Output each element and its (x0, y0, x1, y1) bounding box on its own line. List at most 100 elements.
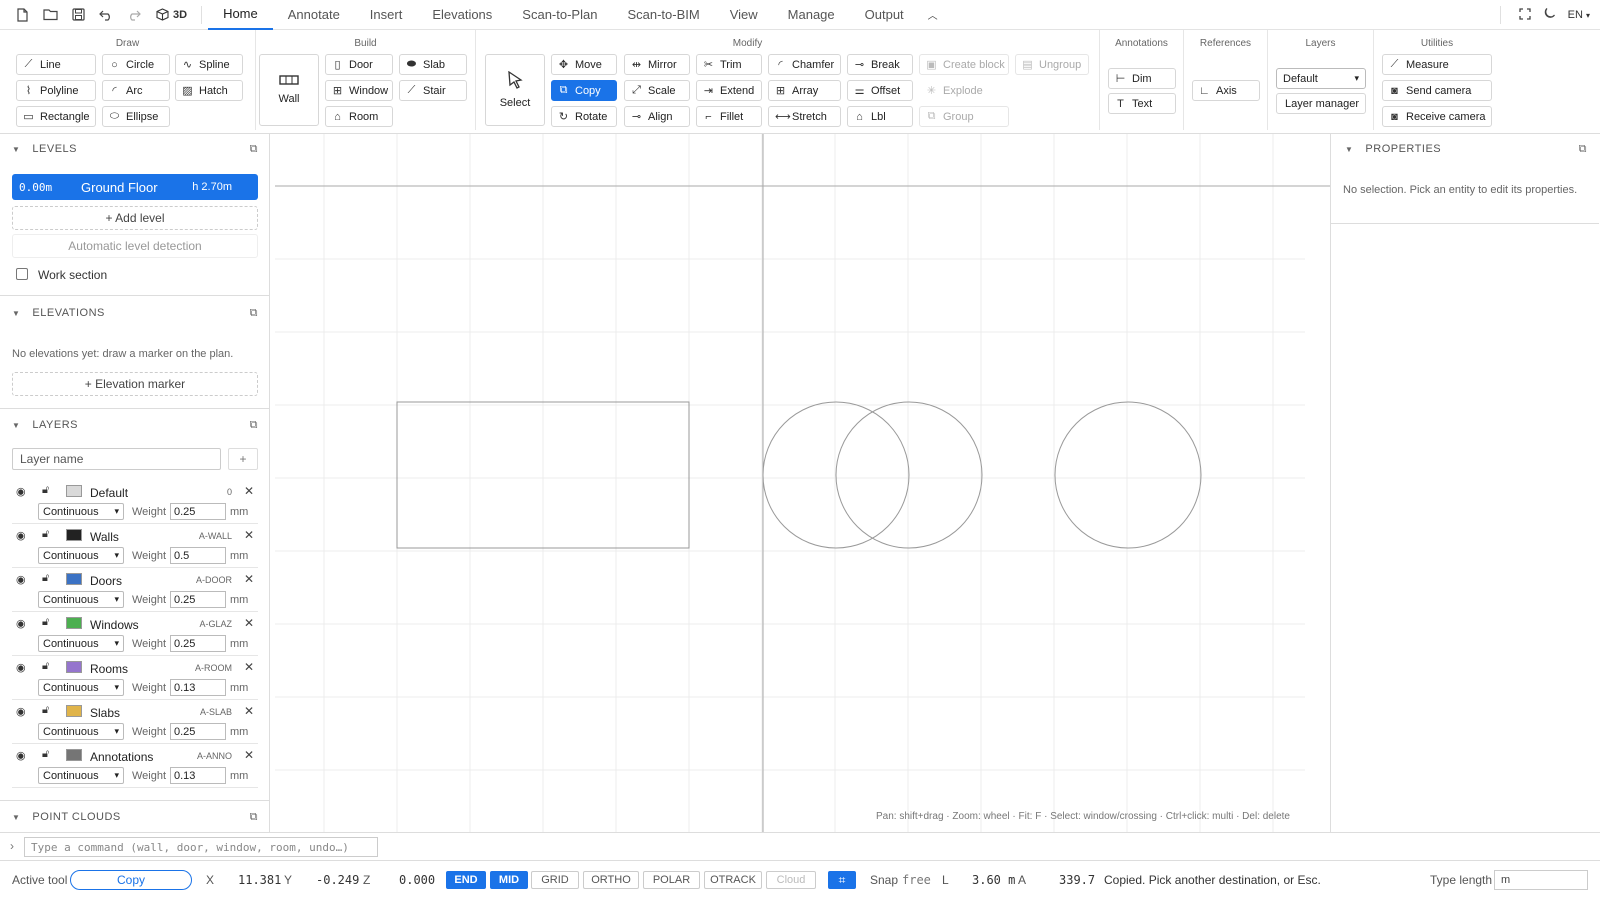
popout-icon[interactable]: ⧉ (250, 419, 258, 432)
open-folder-icon[interactable] (36, 0, 64, 30)
move-button[interactable]: ✥ Move (551, 54, 617, 75)
polyline-button[interactable]: ⌇ Polyline (16, 80, 96, 101)
receive-camera-button[interactable]: ◙ Receive camera (1382, 106, 1492, 127)
slab-button[interactable]: ⬬ Slab (399, 54, 467, 75)
eye-icon[interactable]: ◉ (16, 749, 26, 762)
toggle-polar[interactable]: POLAR (643, 871, 700, 889)
delete-layer-icon[interactable]: ✕ (244, 660, 254, 674)
layer-row[interactable]: ◉ 🔓︎ Windows A-GLAZ ✕ Continuous ▾ Weight 0.25 mm (12, 612, 258, 656)
current-layer-select[interactable]: Default ▾ (1276, 68, 1366, 89)
ungroup-button[interactable]: ▤ Ungroup (1015, 54, 1089, 75)
wall-button[interactable]: Wall (259, 54, 319, 126)
work-section-checkbox[interactable] (16, 268, 28, 280)
add-layer-button[interactable]: + (228, 448, 258, 470)
select-button[interactable]: Select (485, 54, 545, 126)
hatch-button[interactable]: ▨ Hatch (175, 80, 243, 101)
linetype-select[interactable]: Continuous ▾ (38, 503, 124, 520)
explode-button[interactable]: ✳ Explode (919, 80, 1009, 101)
fullscreen-icon[interactable] (1518, 7, 1531, 23)
lock-icon[interactable]: 🔓︎ (42, 572, 49, 585)
weight-input[interactable]: 0.25 (170, 723, 226, 740)
delete-layer-icon[interactable]: ✕ (244, 704, 254, 718)
lock-icon[interactable]: 🔓︎ (42, 660, 49, 673)
measure-button[interactable]: ⟋ Measure (1382, 54, 1492, 75)
save-icon[interactable] (64, 0, 92, 30)
rotate-button[interactable]: ↻ Rotate (551, 106, 617, 127)
tab-elevations[interactable]: Elevations (417, 0, 507, 30)
popout-icon[interactable]: ⧉ (1579, 143, 1587, 156)
eye-icon[interactable]: ◉ (16, 485, 26, 498)
align-button[interactable]: ⊸ Align (624, 106, 690, 127)
create-block-button[interactable]: ▣ Create block (919, 54, 1009, 75)
layer-color-swatch[interactable] (66, 661, 82, 673)
weight-input[interactable]: 0.25 (170, 635, 226, 652)
lock-icon[interactable]: 🔓︎ (42, 616, 49, 629)
linetype-select[interactable]: Continuous ▾ (38, 591, 124, 608)
elevations-header[interactable]: ▼ ELEVATIONS ⧉ (0, 300, 269, 326)
new-file-icon[interactable] (8, 0, 36, 30)
linetype-select[interactable]: Continuous ▾ (38, 767, 124, 784)
fillet-button[interactable]: ⌐ Fillet (696, 106, 762, 127)
delete-layer-icon[interactable]: ✕ (244, 528, 254, 542)
ellipse-button[interactable]: ⬭ Ellipse (102, 106, 170, 127)
lock-icon[interactable]: 🔓︎ (42, 704, 49, 717)
command-input[interactable]: Type a command (wall, door, window, room… (24, 837, 378, 857)
layer-color-swatch[interactable] (66, 485, 82, 497)
array-button[interactable]: ⊞ Array (768, 80, 841, 101)
weight-input[interactable]: 0.13 (170, 767, 226, 784)
tab-home[interactable]: Home (208, 0, 273, 30)
layer-row[interactable]: ◉ 🔓︎ Doors A-DOOR ✕ Continuous ▾ Weight 0.25 mm (12, 568, 258, 612)
popout-icon[interactable]: ⧉ (250, 143, 258, 156)
grid-snap-button[interactable]: ⌗ (828, 871, 856, 889)
layer-row[interactable]: ◉ 🔓︎ Walls A-WALL ✕ Continuous ▾ Weight 0.5 mm (12, 524, 258, 568)
point-clouds-header[interactable]: ▼ POINT CLOUDS ⧉ (0, 804, 269, 830)
layer-color-swatch[interactable] (66, 749, 82, 761)
toggle-mid[interactable]: MID (490, 871, 528, 889)
tab-annotate[interactable]: Annotate (273, 0, 355, 30)
group-button[interactable]: ⧉ Group (919, 106, 1009, 127)
circle-button[interactable]: ○ Circle (102, 54, 170, 75)
levels-header[interactable]: ▼ LEVELS ⧉ (0, 136, 269, 162)
add-level-button[interactable]: + Add level (12, 206, 258, 230)
layer-row[interactable]: ◉ 🔓︎ Slabs A-SLAB ✕ Continuous ▾ Weight 0.25 mm (12, 700, 258, 744)
lock-icon[interactable]: 🔓︎ (42, 528, 49, 541)
scale-button[interactable]: ⤢ Scale (624, 80, 690, 101)
line-button[interactable]: ⟋ Line (16, 54, 96, 75)
popout-icon[interactable]: ⧉ (250, 811, 258, 824)
layer-row[interactable]: ◉ 🔓︎ Rooms A-ROOM ✕ Continuous ▾ Weight 0.13 mm (12, 656, 258, 700)
extend-button[interactable]: ⇥ Extend (696, 80, 762, 101)
eye-icon[interactable]: ◉ (16, 529, 26, 542)
toggle-otrack[interactable]: OTRACK (704, 871, 762, 889)
mirror-button[interactable]: ⇹ Mirror (624, 54, 690, 75)
linetype-select[interactable]: Continuous ▾ (38, 635, 124, 652)
delete-layer-icon[interactable]: ✕ (244, 484, 254, 498)
lock-icon[interactable]: 🔓︎ (42, 484, 49, 497)
layer-manager-button[interactable]: Layer manager (1276, 93, 1366, 114)
toggle-grid[interactable]: GRID (531, 871, 579, 889)
copy-button[interactable]: ⧉ Copy (551, 80, 617, 101)
undo-icon[interactable] (92, 0, 120, 30)
eye-icon[interactable]: ◉ (16, 705, 26, 718)
tab-scan-to-bim[interactable]: Scan-to-BIM (612, 0, 714, 30)
delete-layer-icon[interactable]: ✕ (244, 572, 254, 586)
eye-icon[interactable]: ◉ (16, 617, 26, 630)
level-row-ground-floor[interactable]: 0.00m Ground Floor h 2.70m (12, 174, 258, 200)
weight-input[interactable]: 0.13 (170, 679, 226, 696)
collapse-ribbon-icon[interactable]: ︿ (919, 0, 947, 30)
dark-mode-icon[interactable] (1543, 7, 1556, 23)
text-button[interactable]: T Text (1108, 93, 1176, 114)
dim-button[interactable]: ⊢ Dim (1108, 68, 1176, 89)
layer-color-swatch[interactable] (66, 573, 82, 585)
tab-output[interactable]: Output (850, 0, 919, 30)
weight-input[interactable]: 0.25 (170, 503, 226, 520)
toggle-cloud[interactable]: Cloud (766, 871, 816, 889)
layer-color-swatch[interactable] (66, 705, 82, 717)
break-button[interactable]: ⊸ Break (847, 54, 913, 75)
layer-row[interactable]: ◉ 🔓︎ Annotations A-ANNO ✕ Continuous ▾ Weight 0.… (12, 744, 258, 788)
weight-input[interactable]: 0.5 (170, 547, 226, 564)
weight-input[interactable]: 0.25 (170, 591, 226, 608)
tab-manage[interactable]: Manage (773, 0, 850, 30)
toggle-ortho[interactable]: ORTHO (583, 871, 639, 889)
layer-name-input[interactable]: Layer name (12, 448, 221, 470)
view-3d-button[interactable]: 3D (148, 8, 195, 21)
